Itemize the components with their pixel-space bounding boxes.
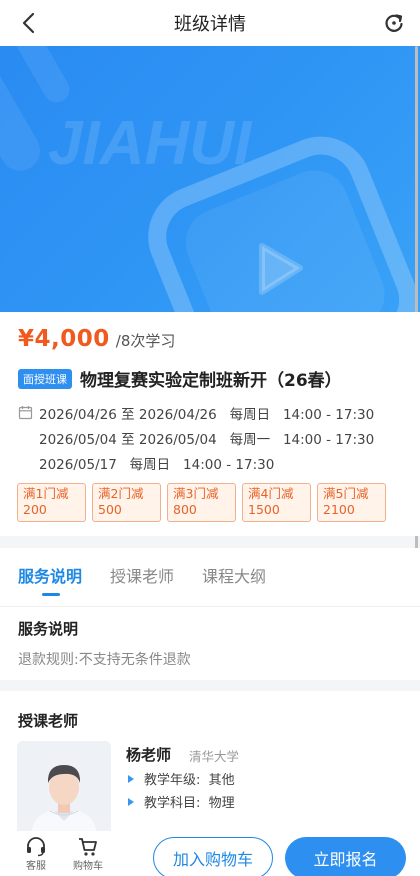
discount-amount: 800 [173, 502, 197, 517]
banner-graphic: JIAHUI [0, 46, 418, 312]
discount-list: 满1门减 200 满2门减 500 满3门减 800 满4门减 1500 满5门减 210… [17, 483, 392, 522]
refund-policy-text: 退款规则:不支持无条件退款 [18, 652, 191, 668]
schedule-item: 2026/05/04 至 2026/05/04 每周一 14:00 - 17:3… [18, 425, 374, 450]
discount-tag: 满5门减 2100 [317, 483, 386, 522]
schedule-text: 2026/04/26 至 2026/04/26 每周日 14:00 - 17:3… [39, 406, 375, 423]
teacher-avatar-illustration [31, 765, 97, 835]
teacher-subject-row: 教学科目: 物理 [128, 792, 235, 811]
class-detail-page: 班级详情 JIAHUI ¥4,000 /8次学习 面授班课 物理复赛实验定制班新… [0, 0, 420, 876]
enroll-now-button[interactable]: 立即报名 [285, 837, 406, 876]
teacher-avatar[interactable] [17, 741, 111, 835]
schedule-item: 2026/04/26 至 2026/04/26 每周日 14:00 - 17:3… [18, 400, 374, 425]
teacher-grade: 教学年级: 其他 [144, 773, 235, 788]
discount-tag: 满4门减 1500 [242, 483, 311, 522]
calendar-icon [18, 406, 33, 420]
headset-icon [27, 837, 45, 857]
schedule-text: 2026/05/17 每周日 14:00 - 17:30 [39, 456, 275, 473]
discount-tag: 满3门减 800 [167, 483, 236, 522]
active-tab-indicator [42, 593, 60, 596]
schedule-item: 2026/05/17 每周日 14:00 - 17:30 [18, 450, 374, 475]
teacher-name: 杨老师 [126, 746, 172, 764]
detail-tabs: 服务说明 授课老师 课程大纲 [18, 563, 294, 587]
banner-watermark: JIAHUI [48, 109, 253, 178]
service-section-title: 服务说明 [18, 620, 79, 638]
discount-amount: 1500 [248, 502, 280, 517]
tab-syllabus[interactable]: 课程大纲 [202, 563, 266, 587]
tab-teachers[interactable]: 授课老师 [110, 563, 174, 587]
teacher-school: 清华大学 [189, 749, 240, 764]
teacher-grade-row: 教学年级: 其他 [128, 769, 235, 788]
course-title-line: 面授班课 物理复赛实验定制班新开（26春） [18, 366, 342, 391]
discount-label: 满3门减 [173, 486, 219, 501]
schedule-text: 2026/05/04 至 2026/05/04 每周一 14:00 - 17:3… [39, 431, 375, 448]
detail-tabs-card: 服务说明 授课老师 课程大纲 服务说明 退款规则:不支持无条件退款 [0, 548, 420, 680]
discount-label: 满5门减 [323, 486, 369, 501]
tab-service[interactable]: 服务说明 [18, 563, 82, 587]
course-info-card: ¥4,000 /8次学习 面授班课 物理复赛实验定制班新开（26春） 2026/… [0, 312, 420, 536]
cart-icon [79, 838, 97, 856]
teacher-section-title: 授课老师 [18, 712, 79, 730]
discount-label: 满1门减 [23, 486, 69, 501]
teacher-subject: 教学科目: 物理 [144, 796, 235, 811]
top-nav-bar: 班级详情 [0, 0, 420, 46]
customer-service-button[interactable]: 客服 [16, 837, 56, 872]
price-line: ¥4,000 /8次学习 [18, 326, 175, 352]
cart-button[interactable]: 购物车 [68, 837, 108, 872]
page-title: 班级详情 [174, 14, 246, 35]
course-banner: JIAHUI [0, 46, 420, 312]
price-unit: /8次学习 [115, 332, 176, 350]
discount-tag: 满1门减 200 [17, 483, 86, 522]
cart-label: 购物车 [73, 861, 103, 872]
bullet-triangle-icon [128, 774, 134, 783]
discount-amount: 500 [98, 502, 122, 517]
discount-tag: 满2门减 500 [92, 483, 161, 522]
bullet-triangle-icon [128, 797, 134, 806]
course-type-badge: 面授班课 [18, 368, 72, 389]
course-title: 物理复赛实验定制班新开（26春） [80, 371, 342, 391]
course-price: ¥4,000 [18, 326, 110, 352]
discount-amount: 200 [23, 502, 47, 517]
discount-amount: 2100 [323, 502, 355, 517]
schedule-list: 2026/04/26 至 2026/04/26 每周日 14:00 - 17:3… [18, 400, 374, 475]
add-to-cart-button[interactable]: 加入购物车 [153, 837, 273, 876]
customer-service-label: 客服 [26, 861, 46, 872]
discount-label: 满2门减 [98, 486, 144, 501]
divider [0, 606, 420, 607]
back-icon[interactable] [14, 9, 42, 37]
discount-label: 满4门减 [248, 486, 294, 501]
bottom-action-bar: 客服 购物车 加入购物车 立即报名 [0, 831, 420, 876]
refresh-icon[interactable] [380, 9, 408, 37]
